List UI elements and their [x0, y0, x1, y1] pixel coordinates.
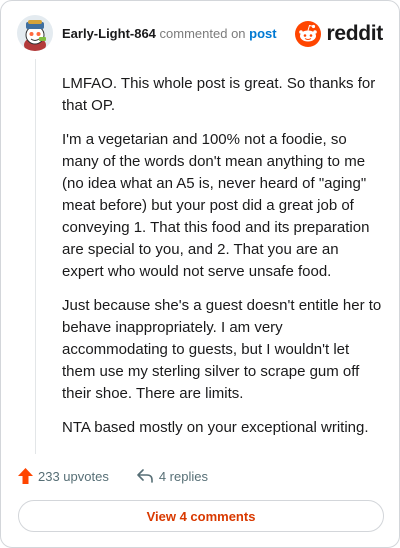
avatar[interactable]: [17, 15, 53, 51]
reddit-wordmark: reddit: [326, 22, 383, 45]
comment-header: Early-Light-864 commented on post reddit: [17, 15, 385, 53]
comment-paragraph: Just because she's a guest doesn't entit…: [62, 297, 382, 402]
comment-paragraph: NTA based mostly on your exceptional wri…: [62, 419, 369, 436]
comment-paragraph: LMFAO. This whole post is great. So than…: [62, 75, 376, 114]
reddit-snoo-icon: [295, 21, 322, 47]
comment-card: Early-Light-864 commented on post reddit…: [0, 0, 400, 548]
upvote-button[interactable]: 233 upvotes: [18, 468, 109, 484]
post-link[interactable]: post: [249, 26, 276, 41]
comment-body: LMFAO. This whole post is great. So than…: [62, 73, 382, 451]
comment-paragraph: I'm a vegetarian and 100% not a foodie, …: [62, 131, 370, 280]
upvote-count: 233 upvotes: [38, 468, 109, 484]
view-comments-button[interactable]: View 4 comments: [18, 500, 384, 532]
thread-line: [35, 59, 36, 454]
upvote-arrow-icon: [18, 468, 33, 484]
avatar-icon: [17, 15, 53, 51]
reply-count: 4 replies: [158, 468, 208, 484]
username-link[interactable]: Early-Light-864: [62, 26, 156, 41]
comment-meta: Early-Light-864 commented on post: [62, 26, 277, 41]
replies-button[interactable]: 4 replies: [137, 469, 208, 484]
reply-icon: [137, 469, 153, 483]
comment-actions: 233 upvotes 4 replies: [18, 463, 208, 489]
comment-verb: commented on: [159, 26, 246, 41]
reddit-logo[interactable]: reddit: [295, 19, 383, 49]
